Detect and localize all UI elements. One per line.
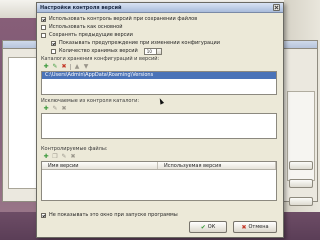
option-keep-previous[interactable]: Сохранять предыдущие версии <box>41 31 279 39</box>
checkbox-dont-show[interactable] <box>41 212 46 218</box>
edit-icon[interactable]: ✎ <box>52 64 58 70</box>
dialog-titlebar[interactable]: Настройки контроля версий <box>37 3 283 13</box>
configs-list[interactable]: C:\Users\Admin\AppData\Roaming\Versions <box>41 71 277 95</box>
checkbox-main[interactable] <box>41 24 46 30</box>
option-use-vcs-label: Использовать контроль версий при сохране… <box>49 16 198 22</box>
edit-icon[interactable]: ✎ <box>61 154 67 160</box>
background-window-right-button-3[interactable] <box>289 197 313 206</box>
spin-arrow-icon[interactable] <box>155 48 161 54</box>
option-version-count-label: Количество хранимых версий <box>59 48 138 54</box>
cancel-button[interactable]: ✖ Отмена <box>233 221 277 233</box>
version-count-spinbox[interactable]: 10 <box>143 47 162 55</box>
list-item[interactable] <box>42 79 276 86</box>
table-header: Имя версии Используемая версия <box>42 162 276 170</box>
checkbox-use-vcs[interactable] <box>41 16 46 22</box>
toolbar-separator <box>70 64 71 70</box>
ok-button-label: ОК <box>207 224 216 230</box>
extensions-toolbar: ✚ ❐ ✎ ✖ <box>41 153 279 161</box>
add-icon[interactable]: ✚ <box>43 154 49 160</box>
cancel-icon: ✖ <box>241 223 247 231</box>
option-version-count: Количество хранимых версий 10 <box>41 47 279 55</box>
option-main-label: Использовать как основной <box>49 24 123 30</box>
delete-icon[interactable]: ✖ <box>61 64 67 70</box>
add-icon[interactable]: ✚ <box>43 64 49 70</box>
column-header-version-name[interactable]: Имя версии <box>42 162 158 169</box>
move-up-icon[interactable]: ▲ <box>74 64 80 70</box>
background-window-right[interactable] <box>282 40 318 206</box>
configs-section-label: Каталоги хранения конфигураций и версий: <box>41 56 160 62</box>
excluded-list[interactable] <box>41 113 277 139</box>
checkbox-keep-previous[interactable] <box>41 32 46 38</box>
copy-icon[interactable]: ❐ <box>52 154 58 160</box>
close-icon[interactable] <box>273 4 280 11</box>
list-item[interactable]: C:\Users\Admin\AppData\Roaming\Versions <box>42 72 276 79</box>
background-window-right-button-1[interactable] <box>289 161 313 170</box>
ok-button[interactable]: ✔ ОК <box>189 221 227 233</box>
option-use-vcs[interactable]: Использовать контроль версий при сохране… <box>41 15 279 23</box>
delete-icon[interactable]: ✖ <box>70 154 76 160</box>
list-item[interactable] <box>42 86 276 93</box>
edit-icon[interactable]: ✎ <box>52 106 58 112</box>
dialog-buttons: ✔ ОК ✖ Отмена <box>189 221 277 233</box>
excluded-toolbar: ✚ ✎ ✖ <box>41 105 279 113</box>
cancel-button-label: Отмена <box>248 224 269 230</box>
option-warn-change[interactable]: Показывать предупреждение при изменении … <box>41 39 279 47</box>
checkbox-version-count[interactable] <box>51 48 56 54</box>
background-window-right-titlebar[interactable] <box>283 41 317 49</box>
option-keep-previous-label: Сохранять предыдущие версии <box>49 32 133 38</box>
background-window-right-button-2[interactable] <box>289 179 313 188</box>
column-header-used-version[interactable]: Используемая версия <box>158 162 276 169</box>
dont-show-option[interactable]: Не показывать это окно при запуске прогр… <box>41 211 279 219</box>
extensions-section-label: Контролируемые файлы: <box>41 146 108 152</box>
checkbox-warn-change[interactable] <box>51 40 56 46</box>
extensions-table[interactable]: Имя версии Используемая версия <box>41 161 277 201</box>
delete-icon[interactable]: ✖ <box>61 106 67 112</box>
dialog-title: Настройки контроля версий <box>40 4 122 11</box>
option-main[interactable]: Использовать как основной <box>41 23 279 31</box>
background-window-left-pane <box>8 57 38 189</box>
configs-toolbar: ✚ ✎ ✖ ▲ ▼ <box>41 63 279 71</box>
move-down-icon[interactable]: ▼ <box>83 64 89 70</box>
add-icon[interactable]: ✚ <box>43 106 49 112</box>
check-icon: ✔ <box>200 223 206 231</box>
version-settings-dialog: Настройки контроля версий Использовать к… <box>36 2 284 238</box>
dont-show-label: Не показывать это окно при запуске прогр… <box>49 212 178 218</box>
option-warn-change-label: Показывать предупреждение при изменении … <box>59 40 220 46</box>
dialog-content: Использовать контроль версий при сохране… <box>41 15 279 201</box>
